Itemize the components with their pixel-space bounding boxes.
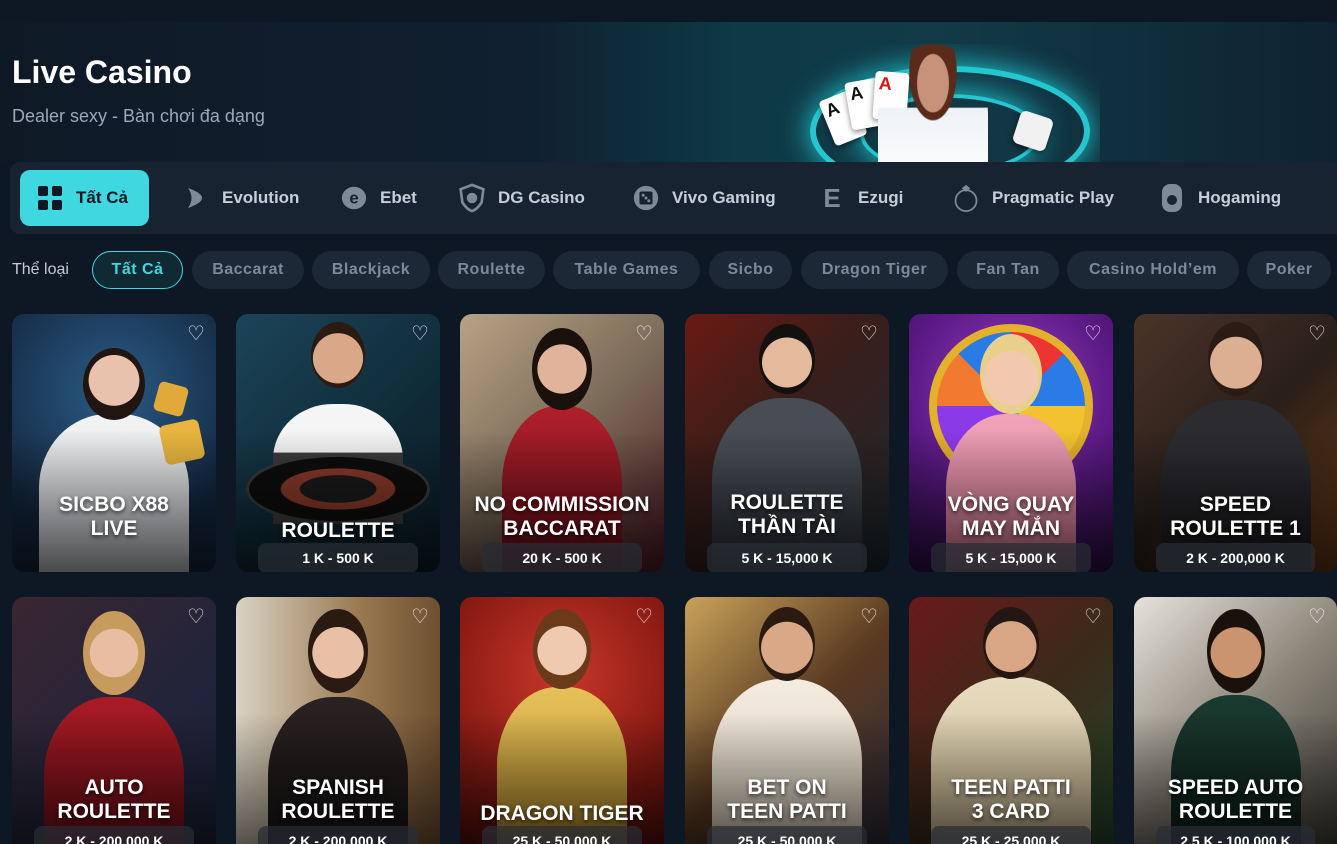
game-card[interactable]: ♡ AUTO ROULETTE 2 K - 200,000 K [12,597,216,844]
favorite-heart-icon[interactable]: ♡ [634,607,654,627]
game-card[interactable]: ♡ SPEED ROULETTE 1 2 K - 200,000 K [1134,314,1337,572]
provider-tab-ezugi[interactable]: E Ezugi [802,170,919,226]
game-card[interactable]: ♡ DRAGON TIGER 25 K - 50,000 K [460,597,664,844]
category-chip-baccarat[interactable]: Baccarat [192,251,304,289]
provider-tab-all[interactable]: Tất Cả [20,170,149,226]
provider-tab-hogaming[interactable]: Hogaming [1142,170,1297,226]
bet-range: 2 K - 200,000 K [1156,543,1315,572]
favorite-heart-icon[interactable]: ♡ [1083,607,1103,627]
game-title: NO COMMISSION BACCARAT [474,493,650,540]
game-title: ROULETTE [281,519,395,542]
favorite-heart-icon[interactable]: ♡ [410,324,430,344]
game-card[interactable]: ♡ ROULETTE THẦN TÀI 5 K - 15,000 K [685,314,889,572]
category-chip-fan-tan[interactable]: Fan Tan [957,251,1059,289]
bet-range: 20 K - 500 K [482,543,642,572]
hogaming-logo-icon [1158,184,1186,212]
game-card[interactable]: ♡ TEEN PATTI 3 CARD 25 K - 25,000 K [909,597,1113,844]
provider-tab-dg-casino[interactable]: DG Casino [442,170,601,226]
favorite-heart-icon[interactable]: ♡ [410,607,430,627]
page-title: Live Casino [12,54,192,90]
game-card[interactable]: ♡ BET ON TEEN PATTI 25 K - 50,000 K [685,597,889,844]
favorite-heart-icon[interactable]: ♡ [186,324,206,344]
game-title: VÒNG QUAY MAY MẮN [947,493,1075,540]
category-chip-blackjack[interactable]: Blackjack [312,251,430,289]
game-card[interactable]: ♡ SICBO X88 LIVE [12,314,216,572]
grid-icon [36,184,64,212]
ezugi-logo-icon: E [823,182,841,213]
bet-range: 25 K - 25,000 K [931,826,1091,844]
game-card[interactable]: ♡ VÒNG QUAY MAY MẮN 5 K - 15,000 K [909,314,1113,572]
bet-range: 2 K - 200,000 K [258,826,418,844]
provider-tab-ebet[interactable]: e Ebet [324,170,433,226]
provider-tabs: Tất Cả Evolution e Ebet DG Casino Vivo G… [10,162,1337,234]
favorite-heart-icon[interactable]: ♡ [186,607,206,627]
category-chip-casino-holdem[interactable]: Casino Hold’em [1067,251,1239,289]
dice-icon [152,380,190,418]
game-card[interactable]: ♡ SPEED AUTO ROULETTE 2.5 K - 100,000 K [1134,597,1337,844]
game-title: SPEED AUTO ROULETTE [1167,776,1304,823]
game-card[interactable]: ♡ ROULETTE 1 K - 500 K [236,314,440,572]
category-chip-poker[interactable]: Poker [1247,251,1331,289]
bet-range: 1 K - 500 K [258,543,418,572]
hero-banner: A A A [0,22,1337,184]
game-title: DRAGON TIGER [480,802,644,825]
bet-range: 2.5 K - 100,000 K [1156,826,1315,844]
favorite-heart-icon[interactable]: ♡ [1307,607,1327,627]
ebet-logo-icon: e [340,184,368,212]
favorite-heart-icon[interactable]: ♡ [1307,324,1327,344]
evolution-logo-icon [182,184,210,212]
game-title: SPEED ROULETTE 1 [1170,493,1301,540]
bet-range: 25 K - 50,000 K [482,826,642,844]
game-title: BET ON TEEN PATTI [727,776,847,823]
favorite-heart-icon[interactable]: ♡ [634,324,654,344]
game-title: AUTO ROULETTE [57,776,171,823]
favorite-heart-icon[interactable]: ♡ [859,607,879,627]
svg-text:e: e [349,189,358,208]
category-label: Thể loại [12,261,69,278]
favorite-heart-icon[interactable]: ♡ [1083,324,1103,344]
vivo-gaming-logo-icon [632,184,660,212]
game-title: SPANISH ROULETTE [281,776,395,823]
provider-tab-evolution[interactable]: Evolution [166,170,315,226]
game-card[interactable]: ♡ NO COMMISSION BACCARAT 20 K - 500 K [460,314,664,572]
category-chip-all[interactable]: Tất Cả [92,251,183,289]
bet-range: 25 K - 50,000 K [707,826,867,844]
pragmatic-play-logo-icon [952,184,980,212]
provider-tab-vivo-gaming[interactable]: Vivo Gaming [616,170,792,226]
bet-range: 5 K - 15,000 K [931,543,1091,572]
provider-tab-pragmatic-play[interactable]: Pragmatic Play [936,170,1130,226]
category-chip-sicbo[interactable]: Sicbo [709,251,792,289]
game-title: SICBO X88 LIVE [59,493,169,540]
dg-casino-logo-icon [458,183,486,213]
bet-range: 2 K - 200,000 K [34,826,194,844]
category-chip-dragon-tiger[interactable]: Dragon Tiger [801,251,948,289]
game-card[interactable]: ♡ SPANISH ROULETTE 2 K - 200,000 K [236,597,440,844]
category-chip-table-games[interactable]: Table Games [553,251,700,289]
bet-range: 5 K - 15,000 K [707,543,867,572]
game-title: ROULETTE THẦN TÀI [730,491,844,538]
favorite-heart-icon[interactable]: ♡ [859,324,879,344]
category-chip-roulette[interactable]: Roulette [438,251,545,289]
page-subtitle: Dealer sexy - Bàn chơi đa dạng [12,106,265,126]
game-title: TEEN PATTI 3 CARD [951,776,1071,823]
